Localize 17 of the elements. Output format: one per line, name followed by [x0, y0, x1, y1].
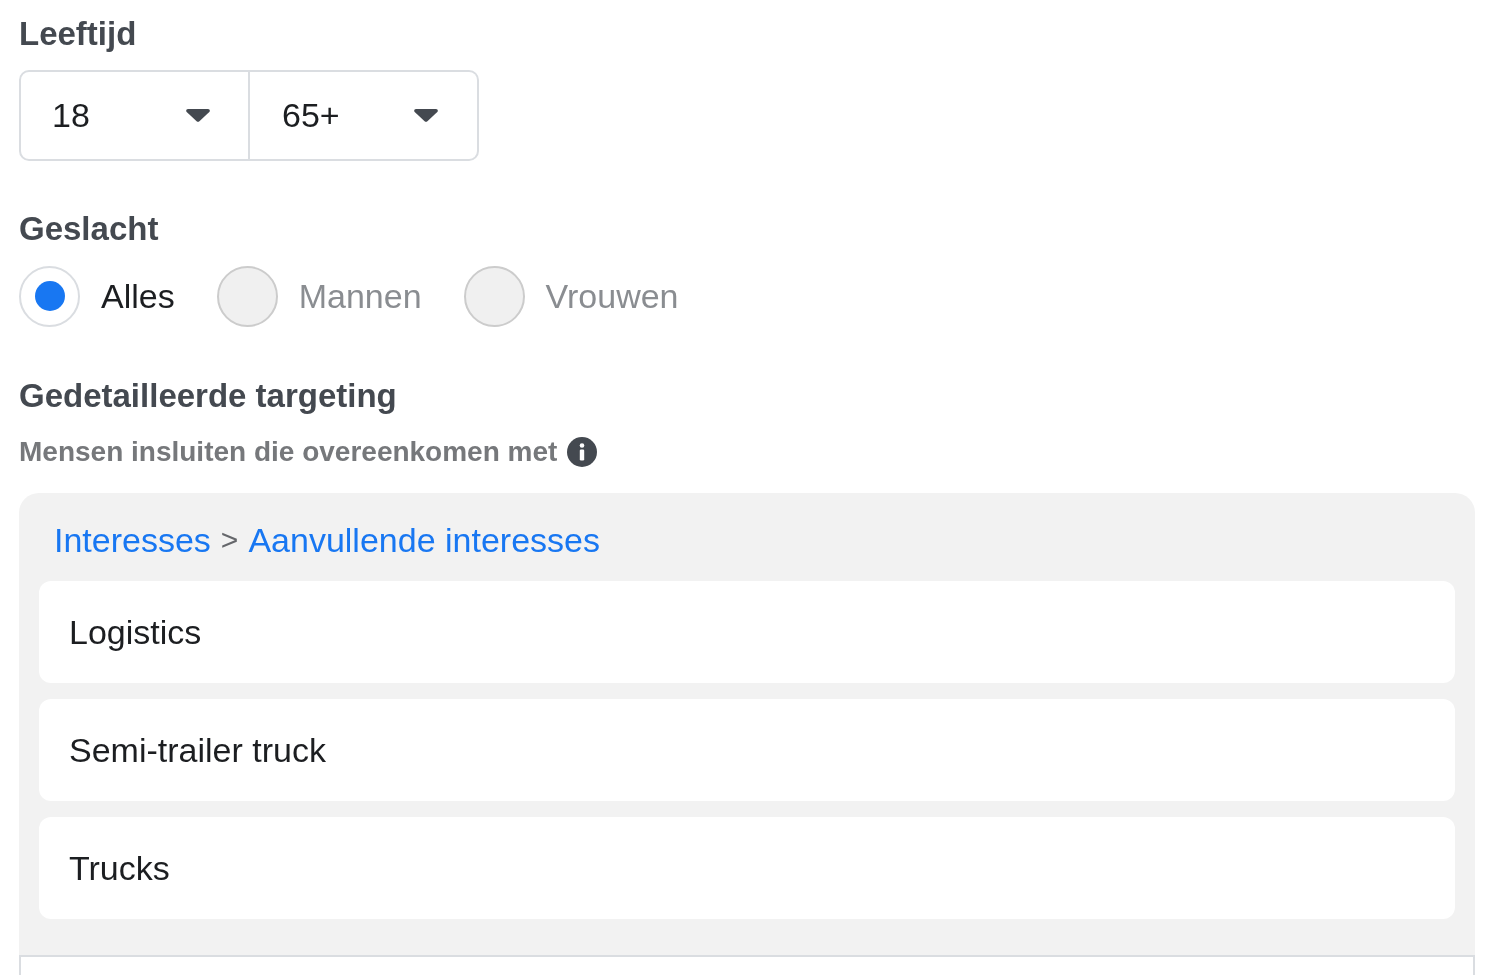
breadcrumb-link[interactable]: Aanvullende interesses	[248, 520, 600, 560]
interest-item[interactable]: Logistics	[39, 581, 1455, 683]
breadcrumb-link[interactable]: Interesses	[54, 520, 211, 560]
input-field[interactable]	[19, 955, 1475, 975]
breadcrumb-separator: >	[220, 522, 239, 558]
caret-icon	[186, 109, 210, 122]
caret-icon	[414, 109, 438, 122]
interest-item[interactable]: Trucks	[39, 817, 1455, 919]
age-dropdown[interactable]: 18	[19, 70, 250, 161]
section-heading: Leeftijd	[19, 14, 137, 54]
radio-label[interactable]: Alles	[101, 276, 175, 316]
info-icon[interactable]	[567, 437, 598, 467]
section-heading: Geslacht	[19, 209, 159, 249]
subtitle-text: Mensen insluiten die overeenkomen met	[19, 435, 558, 469]
interest-item[interactable]: Semi-trailer truck	[39, 699, 1455, 801]
section-heading: Gedetailleerde targeting	[19, 376, 397, 416]
age-dropdown[interactable]: 65+	[250, 70, 479, 161]
